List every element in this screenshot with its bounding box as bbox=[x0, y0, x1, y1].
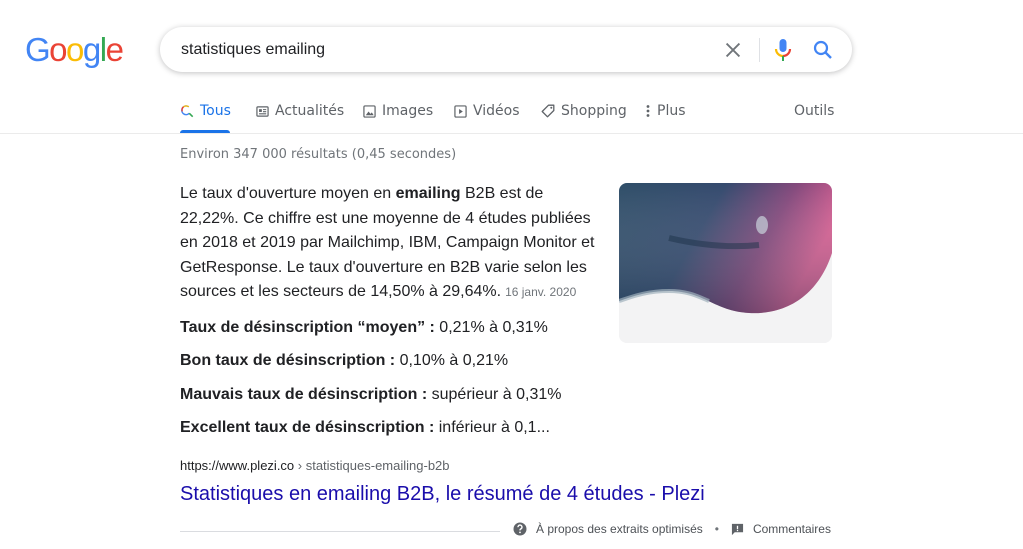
feedback-icon bbox=[731, 523, 744, 535]
snippet-footer: À propos des extraits optimisés • Commen… bbox=[513, 522, 831, 536]
search-button[interactable] bbox=[811, 38, 835, 62]
tab-images[interactable]: Images bbox=[363, 103, 433, 119]
tab-videos[interactable]: Vidéos bbox=[454, 103, 520, 119]
snippet-text: B2B est de 22,22%. Ce chiffre est une mo… bbox=[180, 185, 595, 300]
search-icon bbox=[181, 105, 194, 118]
clear-button[interactable] bbox=[722, 39, 744, 61]
about-featured-snippets-link[interactable]: À propos des extraits optimisés bbox=[513, 522, 703, 536]
about-label: À propos des extraits optimisés bbox=[536, 522, 703, 536]
search-box-divider bbox=[759, 38, 760, 62]
list-item: Excellent taux de désinscription : infér… bbox=[180, 418, 561, 451]
footer-separator: • bbox=[714, 522, 719, 536]
microphone-icon bbox=[774, 39, 792, 61]
tag-icon bbox=[541, 104, 555, 118]
tab-label: Shopping bbox=[561, 103, 627, 119]
list-item-value: 0,21% à 0,31% bbox=[434, 319, 548, 336]
feedback-link[interactable]: Commentaires bbox=[731, 522, 831, 536]
list-item-value: supérieur à 0,31% bbox=[427, 385, 562, 403]
snippet-thumbnail[interactable] bbox=[619, 183, 832, 343]
list-item-label: Mauvais taux de désinscription : bbox=[180, 385, 428, 403]
snippet-date: 16 janv. 2020 bbox=[505, 285, 577, 299]
result-domain: https://www.plezi.co bbox=[180, 458, 295, 473]
logo-letter: o bbox=[66, 31, 84, 68]
tab-news[interactable]: Actualités bbox=[256, 103, 344, 119]
snippet-list: Taux de désinscription “moyen” : 0,21% à… bbox=[180, 318, 561, 451]
header-divider bbox=[0, 133, 1023, 134]
result-title-link[interactable]: Statistiques en emailing B2B, le résumé … bbox=[180, 481, 705, 507]
tab-label: Actualités bbox=[275, 103, 345, 119]
tab-label: Vidéos bbox=[473, 103, 520, 119]
list-item-label: Excellent taux de désinscription : bbox=[180, 418, 435, 436]
tab-shopping[interactable]: Shopping bbox=[541, 103, 627, 119]
help-icon bbox=[513, 522, 527, 536]
image-icon bbox=[363, 104, 376, 118]
close-icon bbox=[725, 42, 741, 58]
snippet-highlight: emailing bbox=[395, 185, 461, 202]
voice-search-button[interactable] bbox=[771, 37, 795, 63]
thumbnail-image bbox=[619, 183, 832, 343]
list-item: Bon taux de désinscription : 0,10% à 0,2… bbox=[180, 351, 561, 384]
tools-button[interactable]: Outils bbox=[794, 103, 834, 119]
tools-label: Outils bbox=[794, 103, 835, 119]
search-box bbox=[160, 27, 852, 72]
snippet-text: Le taux d'ouverture moyen en bbox=[180, 185, 396, 202]
logo-letter: G bbox=[25, 31, 51, 68]
google-logo[interactable]: Google bbox=[25, 30, 124, 70]
tab-more[interactable]: Plus bbox=[645, 103, 686, 119]
list-item: Mauvais taux de désinscription : supérie… bbox=[180, 385, 561, 418]
list-item-value: inférieur à 0,1... bbox=[434, 418, 550, 436]
more-vert-icon bbox=[646, 105, 650, 117]
video-icon bbox=[454, 104, 467, 118]
search-icon bbox=[813, 40, 832, 59]
logo-letter: e bbox=[105, 31, 124, 68]
result-path: › statistiques-emailing-b2b bbox=[294, 458, 450, 473]
tab-label: Tous bbox=[200, 103, 231, 119]
list-item-label: Taux de désinscription “moyen” : bbox=[180, 319, 435, 336]
result-stats: Environ 347 000 résultats (0,45 secondes… bbox=[180, 147, 457, 162]
list-item: Taux de désinscription “moyen” : 0,21% à… bbox=[180, 318, 561, 351]
logo-letter: g bbox=[82, 31, 101, 68]
result-url[interactable]: https://www.plezi.co › statistiques-emai… bbox=[180, 458, 450, 473]
logo-letter: o bbox=[49, 31, 67, 68]
tab-label: Plus bbox=[657, 103, 686, 119]
list-item-value: 0,10% à 0,21% bbox=[395, 352, 509, 370]
footer-divider bbox=[180, 531, 500, 532]
news-icon bbox=[256, 105, 269, 117]
search-input[interactable] bbox=[181, 27, 701, 72]
tab-all[interactable]: Tous bbox=[180, 103, 231, 119]
tab-label: Images bbox=[382, 103, 434, 119]
list-item-label: Bon taux de désinscription : bbox=[180, 352, 396, 370]
featured-snippet-text: Le taux d'ouverture moyen en emailing B2… bbox=[180, 182, 605, 305]
feedback-label: Commentaires bbox=[752, 522, 831, 536]
